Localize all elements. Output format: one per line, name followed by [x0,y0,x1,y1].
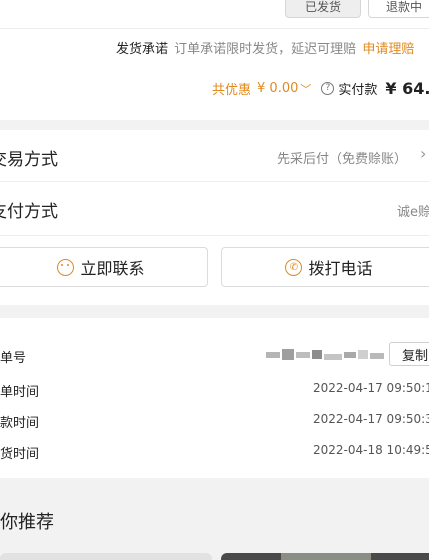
product-image [281,553,371,560]
ship-time-value: 2022-04-18 10:49:5 [313,443,429,457]
discount-label: 共优惠 [212,83,252,98]
chevron-right-icon[interactable]: › [420,144,426,163]
product-card[interactable] [0,553,212,560]
payment-time-label: 款时间 [0,416,40,431]
shipping-promise: 发货承诺 订单承诺限时发货，延迟可理赔 申请理赔 [116,38,414,57]
ship-time-label: 货时间 [0,447,40,462]
call-button[interactable]: ✆ 拨打电话 [221,247,429,287]
refund-button[interactable]: 退款中 [368,0,429,18]
shipping-promise-text: 订单承诺限时发货，延迟可理赔 [174,42,357,57]
shipped-button[interactable]: 已发货 [285,0,361,18]
order-no-value-blurred [266,349,384,361]
divider [0,28,429,29]
divider [0,235,429,236]
price-summary: 共优惠 ¥ 0.00 ﹀ ? 实付款 ¥ 64. [212,79,429,98]
order-no-label: 单号 [0,351,27,366]
copy-button-label: 复制 [402,348,429,364]
claim-link[interactable]: 申请理赔 [362,42,414,57]
order-info-card: 单号 复制 单时间 2022-04-17 09:50:1 款时间 2022-04… [0,318,429,478]
call-button-label: 拨打电话 [308,259,373,278]
chat-button[interactable]: 立即联系 [0,247,208,287]
payment-label: 支付方式 [0,202,58,222]
phone-icon: ✆ [285,258,303,276]
refund-button-label: 退款中 [385,0,422,14]
transaction-value: 先采后付（免费赊账） [277,152,408,167]
chat-icon [57,258,75,276]
top-card: 已发货 退款中 发货承诺 订单承诺限时发货，延迟可理赔 申请理赔 共优惠 ¥ 0… [0,0,429,120]
paid-value: ¥ 64. [385,79,429,98]
order-time-label: 单时间 [0,385,40,400]
recommend-title: 为你推荐 [0,512,54,533]
payment-time-value: 2022-04-17 09:50:3 [313,412,429,426]
transaction-label: 交易方式 [0,150,58,170]
chevron-down-icon[interactable]: ﹀ [300,81,311,97]
help-icon[interactable]: ? [321,82,335,95]
shipped-button-label: 已发货 [304,0,341,14]
copy-button[interactable]: 复制 [389,342,429,366]
divider [0,181,429,182]
payment-value: 诚e赊 [397,205,429,220]
product-card[interactable] [221,553,429,560]
paid-label: 实付款 [338,83,378,98]
order-time-value: 2022-04-17 09:50:1 [313,381,429,395]
discount-value: ¥ 0.00 [257,81,299,96]
chat-button-label: 立即联系 [80,259,145,278]
shipping-promise-label: 发货承诺 [116,42,169,57]
